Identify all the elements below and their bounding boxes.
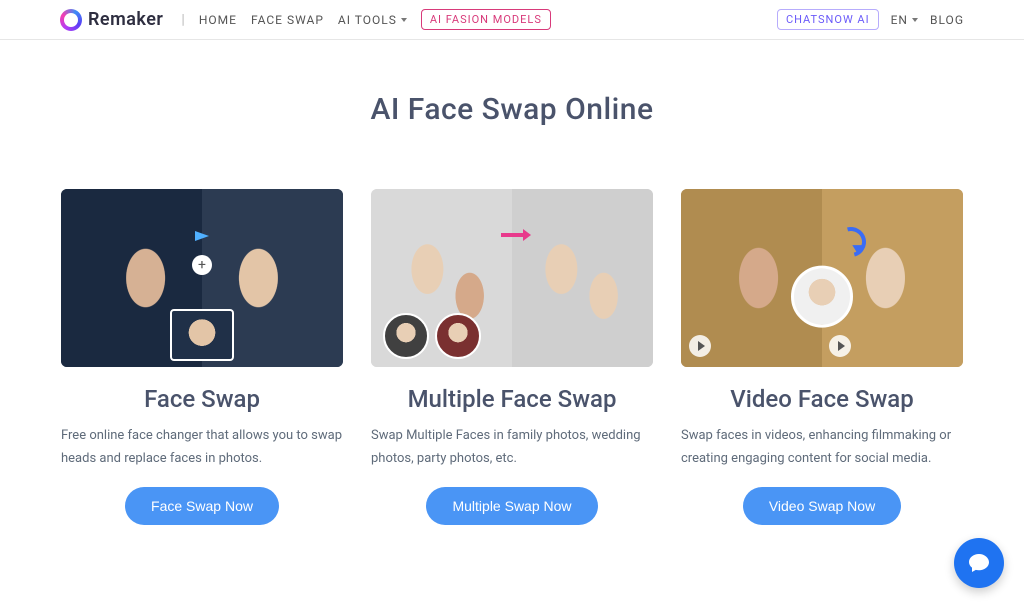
nav-home[interactable]: HOME xyxy=(199,13,237,27)
arrow-right-icon xyxy=(195,231,209,241)
card-description: Free online face changer that allows you… xyxy=(61,425,343,471)
video-swap-now-button[interactable]: Video Swap Now xyxy=(743,487,901,525)
face-swap-now-button[interactable]: Face Swap Now xyxy=(125,487,279,525)
card-description: Swap faces in videos, enhancing filmmaki… xyxy=(681,425,963,471)
brand-logo[interactable]: Remaker xyxy=(60,9,163,31)
source-face-thumb-icon xyxy=(791,266,853,328)
nav-ai-tools[interactable]: AI TOOLS xyxy=(338,13,407,27)
nav-blog[interactable]: BLOG xyxy=(930,13,964,27)
chevron-down-icon xyxy=(401,18,407,22)
card-video-face-swap: Video Face Swap Swap faces in videos, en… xyxy=(681,189,963,525)
card-image-face-swap[interactable]: + xyxy=(61,189,343,367)
nav-ai-tools-label: AI TOOLS xyxy=(338,13,397,27)
nav-ai-fashion-models[interactable]: AI FASION MODELS xyxy=(421,9,551,30)
card-image-multiple-face-swap[interactable] xyxy=(371,189,653,367)
nav-face-swap[interactable]: FACE SWAP xyxy=(251,13,324,27)
language-label: EN xyxy=(891,13,908,27)
play-icon xyxy=(829,335,851,357)
card-title: Video Face Swap xyxy=(730,385,913,413)
source-face-thumb-icon xyxy=(435,313,481,359)
chevron-down-icon xyxy=(912,18,918,22)
multiple-swap-now-button[interactable]: Multiple Swap Now xyxy=(426,487,597,525)
card-image-video-face-swap[interactable] xyxy=(681,189,963,367)
chat-button[interactable] xyxy=(954,538,1004,588)
page-title: AI Face Swap Online xyxy=(0,92,1024,127)
card-multiple-face-swap: Multiple Face Swap Swap Multiple Faces i… xyxy=(371,189,653,525)
feature-cards: + Face Swap Free online face changer tha… xyxy=(0,189,1024,525)
header: Remaker | HOME FACE SWAP AI TOOLS AI FAS… xyxy=(0,0,1024,40)
card-title: Multiple Face Swap xyxy=(408,385,617,413)
header-right: CHATSNOW AI EN BLOG xyxy=(777,9,964,30)
card-face-swap: + Face Swap Free online face changer tha… xyxy=(61,189,343,525)
arrow-right-icon xyxy=(501,233,523,237)
card-description: Swap Multiple Faces in family photos, we… xyxy=(371,425,653,471)
source-face-thumb-icon xyxy=(383,313,429,359)
source-face-thumb-icon xyxy=(170,309,234,361)
card-title: Face Swap xyxy=(144,385,260,413)
chat-icon xyxy=(967,551,991,575)
primary-nav: HOME FACE SWAP AI TOOLS AI FASION MODELS xyxy=(199,9,551,30)
logo-icon xyxy=(60,9,82,31)
brand-name: Remaker xyxy=(88,9,163,30)
play-icon xyxy=(689,335,711,357)
chatsnow-ai-link[interactable]: CHATSNOW AI xyxy=(777,9,879,30)
plus-icon: + xyxy=(192,255,212,275)
couple-after-icon xyxy=(512,189,653,367)
language-selector[interactable]: EN xyxy=(891,13,918,27)
nav-separator: | xyxy=(181,12,184,28)
